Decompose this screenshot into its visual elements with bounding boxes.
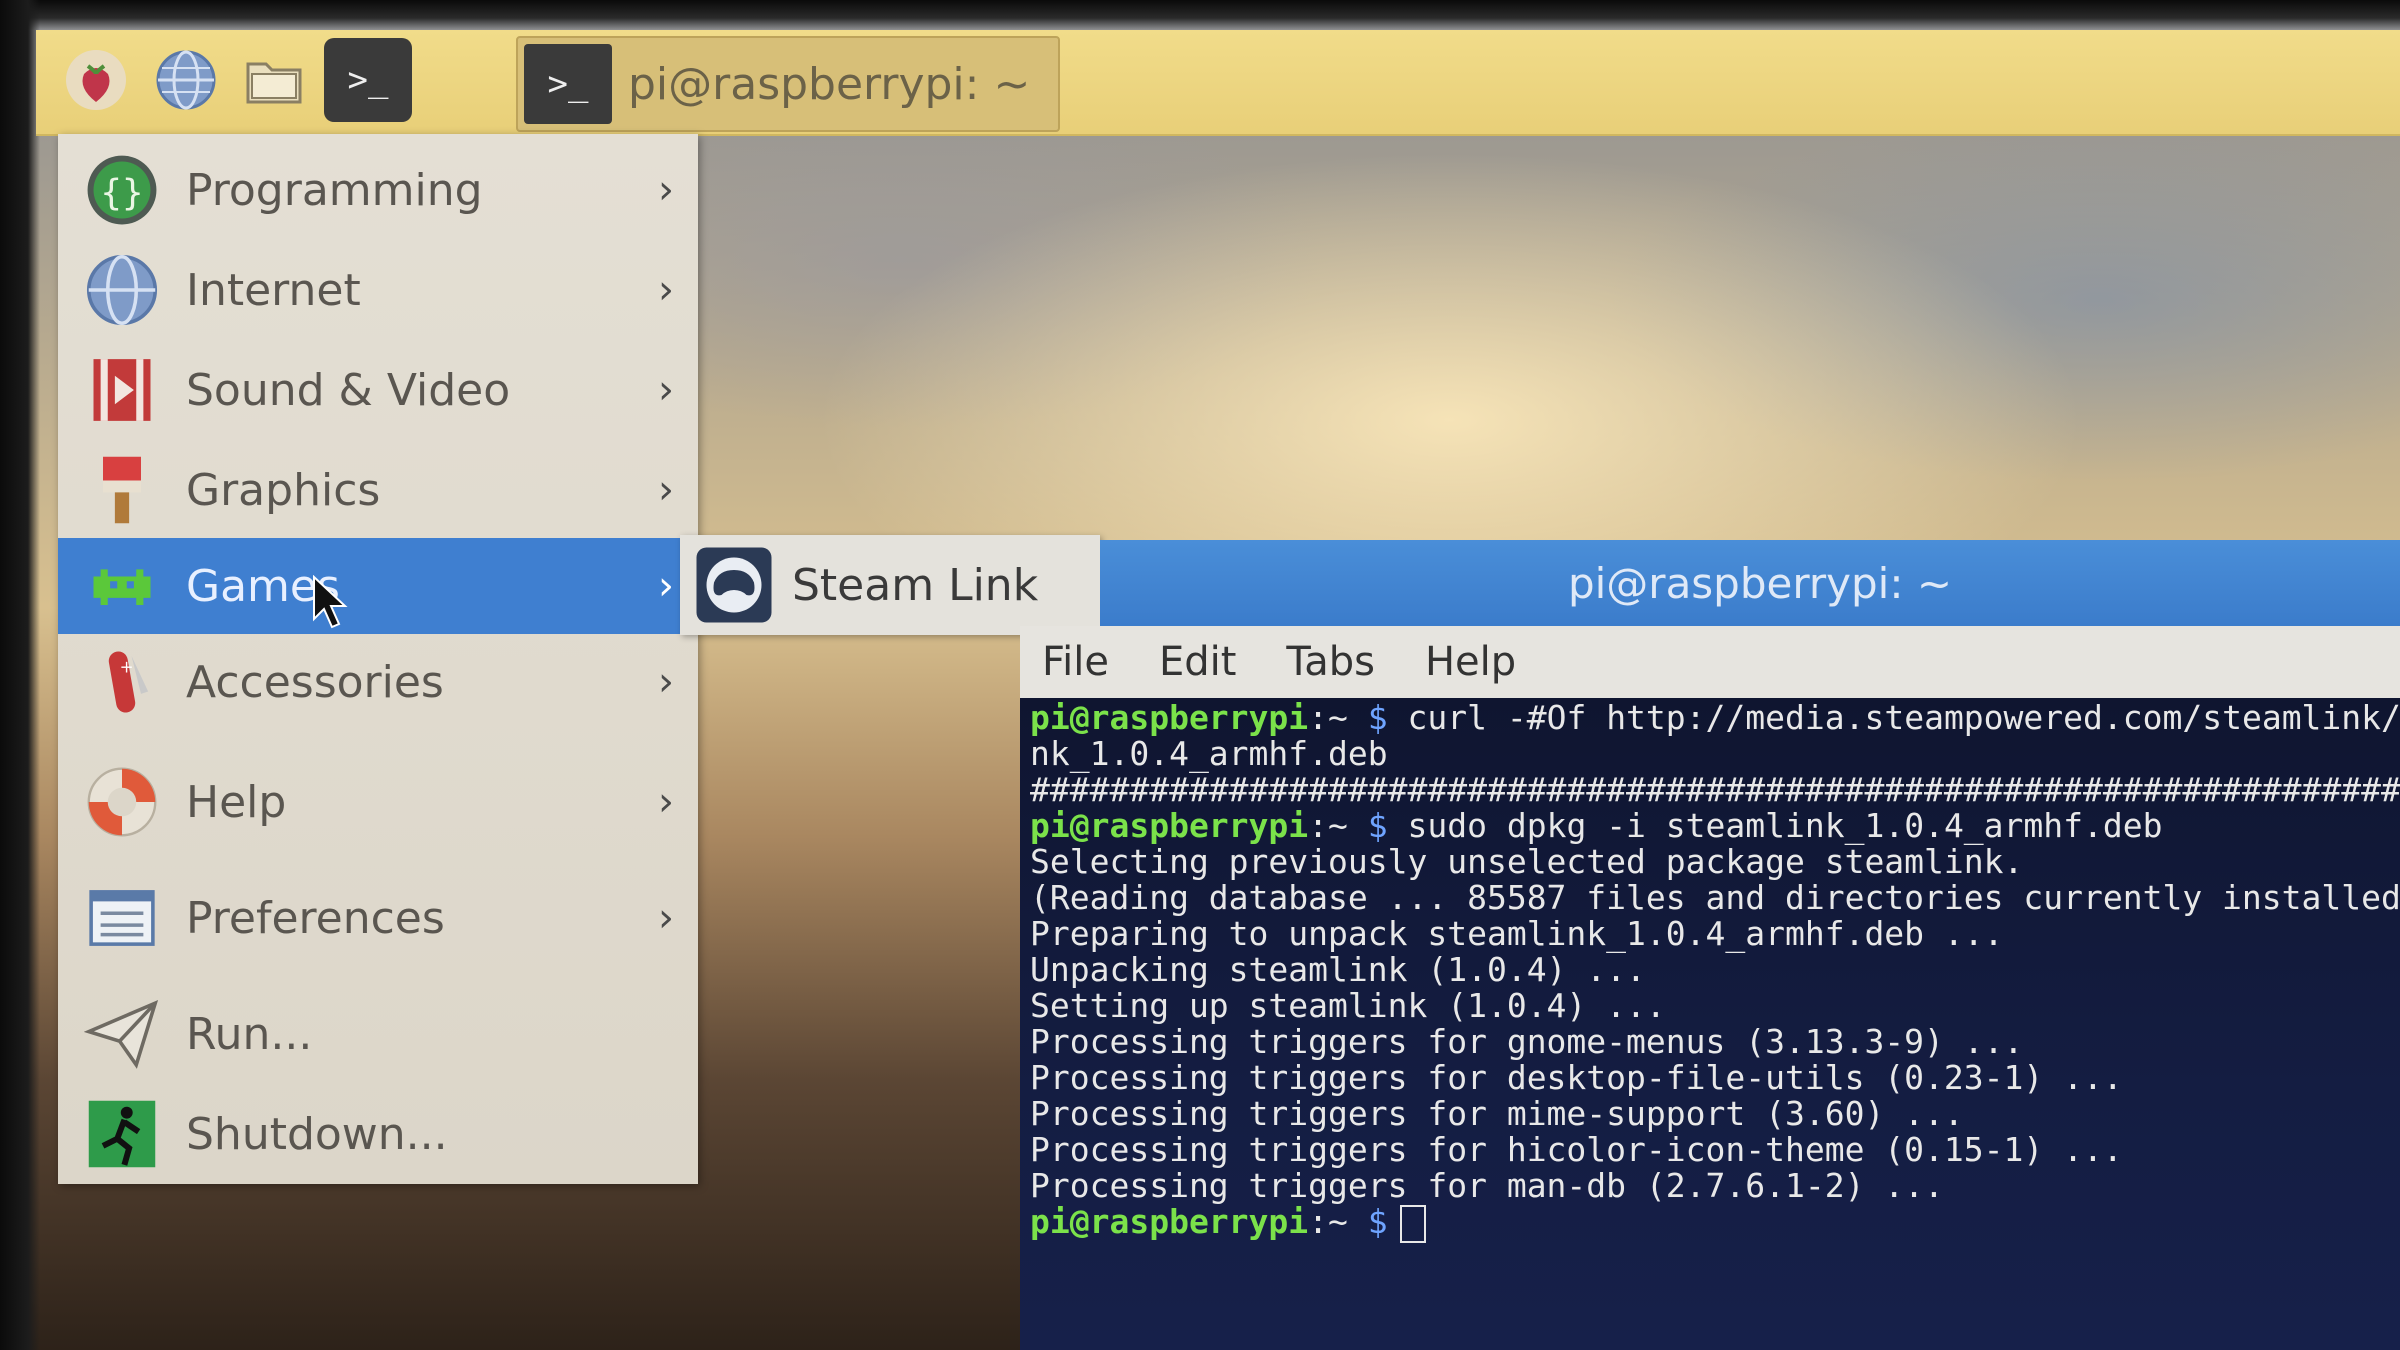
terminal-line: Setting up steamlink (1.0.4) ... — [1030, 986, 1666, 1025]
prompt-path: :~ — [1308, 698, 1368, 737]
menu-item-label: Shutdown... — [186, 1108, 448, 1160]
chevron-right-icon: › — [658, 267, 674, 313]
terminal-line: pi@raspberrypi:~ $ curl -#Of http://medi… — [1030, 698, 2400, 737]
menu-item-label: Graphics — [186, 464, 381, 516]
lifebuoy-icon — [80, 760, 164, 844]
preferences-icon — [80, 876, 164, 960]
submenu-item-steam-link[interactable]: Steam Link — [792, 560, 1038, 611]
prompt-host: pi@raspberrypi — [1030, 698, 1309, 737]
svg-text:{}: {} — [101, 172, 144, 213]
menu-item-help[interactable]: Help › — [58, 754, 698, 850]
menu-item-graphics[interactable]: Graphics › — [58, 442, 698, 538]
file-manager-icon[interactable] — [232, 38, 316, 122]
terminal-line: pi@raspberrypi:~ $ — [1030, 1202, 1426, 1243]
terminal-line: Processing triggers for desktop-file-uti… — [1030, 1058, 2123, 1097]
prompt-symbol: $ — [1367, 698, 1388, 737]
menu-file[interactable]: File — [1042, 639, 1109, 685]
chevron-right-icon: › — [658, 467, 674, 513]
terminal-line: (Reading database ... 85587 files and di… — [1030, 878, 2400, 917]
menu-item-label: Run... — [186, 1008, 313, 1060]
chevron-right-icon: › — [658, 563, 674, 609]
chevron-right-icon: › — [658, 659, 674, 705]
terminal-line: Preparing to unpack steamlink_1.0.4_armh… — [1030, 914, 2004, 953]
taskbar-window-title: pi@raspberrypi: ~ — [628, 58, 1031, 110]
menu-item-label: Programming — [186, 164, 483, 216]
text-cursor — [1399, 1204, 1426, 1243]
terminal-icon[interactable]: >_ — [324, 38, 412, 122]
terminal-title-bar[interactable]: pi@raspberrypi: ~ — [1100, 540, 2400, 626]
prompt-path: :~ — [1308, 1202, 1368, 1241]
prompt-symbol: $ — [1367, 806, 1388, 845]
paintbrush-icon — [80, 448, 164, 532]
space-invader-icon — [80, 544, 164, 628]
prompt-host: pi@raspberrypi — [1030, 806, 1309, 845]
terminal-glyph: >_ — [347, 60, 389, 100]
menu-tabs[interactable]: Tabs — [1286, 639, 1375, 685]
chevron-right-icon: › — [658, 167, 674, 213]
web-browser-icon[interactable] — [144, 38, 228, 122]
exit-running-man-icon — [80, 1092, 164, 1176]
menu-item-label: Accessories — [186, 656, 444, 708]
programming-icon: {} — [80, 148, 164, 232]
chevron-right-icon: › — [658, 367, 674, 413]
prompt-host: pi@raspberrypi — [1030, 1202, 1309, 1241]
mouse-pointer-icon — [313, 575, 348, 629]
menu-help[interactable]: Help — [1425, 639, 1516, 685]
terminal-line: nk_1.0.4_armhf.deb — [1030, 734, 1388, 773]
paper-plane-icon — [80, 992, 164, 1076]
terminal-line: Unpacking steamlink (1.0.4) ... — [1030, 950, 1646, 989]
prompt-path: :~ — [1308, 806, 1368, 845]
taskbar: >_ >_ pi@raspberrypi: ~ — [36, 30, 2400, 136]
terminal-menubar: File Edit Tabs Help — [1020, 626, 2400, 698]
terminal-line: Processing triggers for man-db (2.7.6.1-… — [1030, 1166, 1944, 1205]
taskbar-terminal-button[interactable]: >_ pi@raspberrypi: ~ — [516, 36, 1060, 132]
command-text: sudo dpkg -i steamlink_1.0.4_armhf.deb — [1407, 806, 2163, 845]
chevron-right-icon: › — [658, 895, 674, 941]
sound-video-icon — [80, 348, 164, 432]
menu-item-run[interactable]: Run... — [58, 986, 698, 1082]
command-text: curl -#Of http://media.steampowered.com/… — [1407, 698, 2400, 737]
menu-item-games[interactable]: Games › — [58, 538, 698, 634]
menu-item-label: Help — [186, 776, 287, 828]
svg-text:+: + — [120, 658, 134, 677]
menu-item-internet[interactable]: Internet › — [58, 242, 698, 338]
prompt-symbol: $ — [1367, 1202, 1388, 1241]
window-title: pi@raspberrypi: ~ — [1567, 558, 1953, 608]
terminal-icon: >_ — [524, 44, 612, 124]
games-submenu: Steam Link — [680, 535, 1100, 635]
menu-item-label: Internet — [186, 264, 361, 316]
menu-item-preferences[interactable]: Preferences › — [58, 870, 698, 966]
terminal-line: Selecting previously unselected package … — [1030, 842, 2024, 881]
menu-item-sound-video[interactable]: Sound & Video › — [58, 342, 698, 438]
pocket-knife-icon: + — [80, 640, 164, 724]
menu-item-shutdown[interactable]: Shutdown... — [58, 1086, 698, 1182]
menu-item-accessories[interactable]: + Accessories › — [58, 634, 698, 730]
menu-item-programming[interactable]: {} Programming › — [58, 142, 698, 238]
globe-icon — [80, 248, 164, 332]
raspberry-menu-icon[interactable] — [54, 38, 138, 122]
menu-item-label: Preferences — [186, 892, 445, 944]
terminal-line: Processing triggers for mime-support (3.… — [1030, 1094, 1964, 1133]
gamepad-icon — [694, 545, 774, 625]
application-menu: {} Programming › Internet › Sound & Vide… — [58, 134, 698, 1184]
terminal-line: pi@raspberrypi:~ $ sudo dpkg -i steamlin… — [1030, 806, 2163, 845]
terminal-line: Processing triggers for hicolor-icon-the… — [1030, 1130, 2123, 1169]
monitor-bezel-left — [0, 0, 40, 1350]
menu-item-label: Sound & Video — [186, 364, 511, 416]
terminal-line: Processing triggers for gnome-menus (3.1… — [1030, 1022, 2024, 1061]
terminal-glyph: >_ — [547, 64, 589, 104]
terminal-output[interactable]: pi@raspberrypi:~ $ curl -#Of http://medi… — [1020, 698, 2400, 1350]
menu-edit[interactable]: Edit — [1159, 639, 1236, 685]
chevron-right-icon: › — [658, 779, 674, 825]
monitor-bezel-top — [0, 0, 2400, 30]
progress-line: ########################################… — [1030, 770, 2400, 809]
